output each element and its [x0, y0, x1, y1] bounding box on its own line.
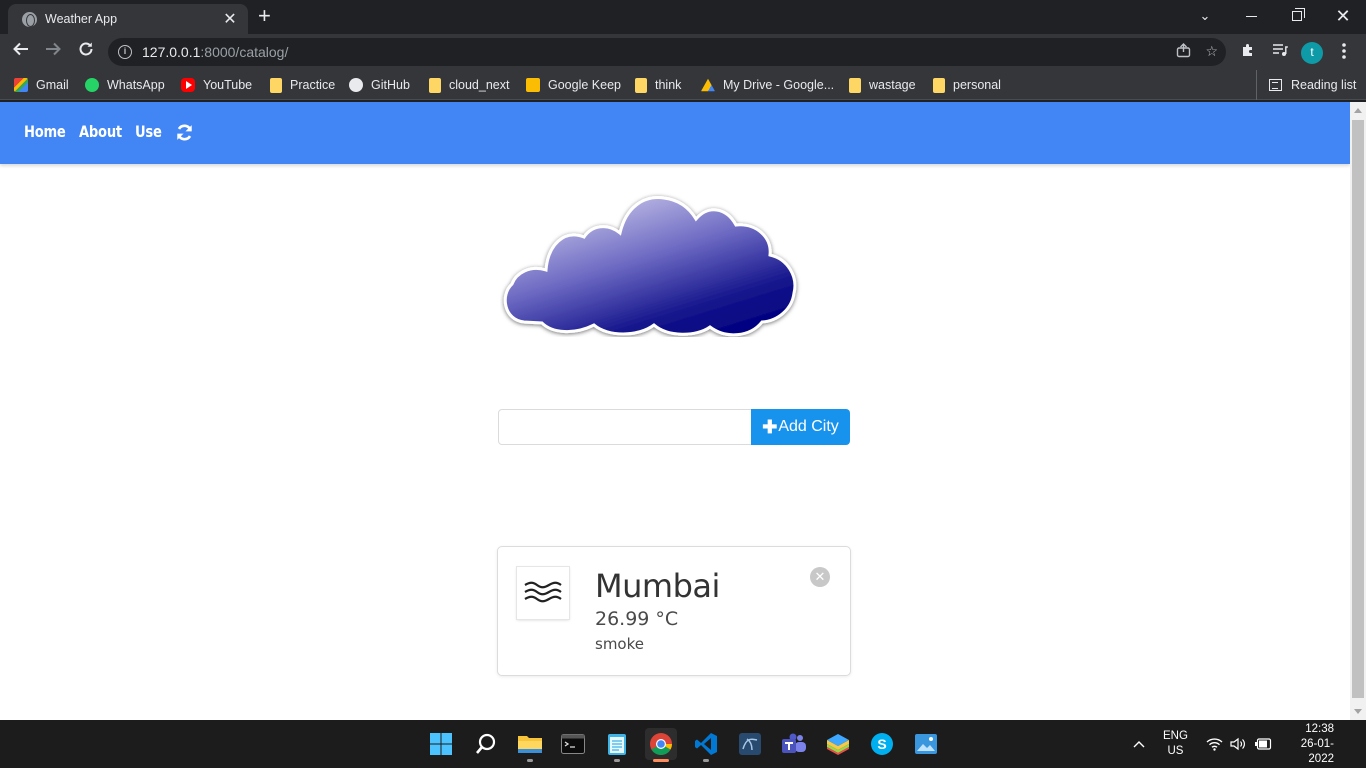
city-search-input[interactable]	[498, 409, 752, 445]
bookmark-gmail[interactable]: Gmail	[14, 76, 69, 94]
city-name: Mumbai	[595, 567, 720, 605]
refresh-icon[interactable]	[175, 123, 194, 142]
bookmarks-bar: Gmail WhatsApp YouTube Practice GitHub c…	[0, 70, 1366, 100]
share-icon[interactable]	[1176, 43, 1191, 61]
profile-avatar[interactable]: t	[1301, 42, 1323, 64]
scroll-up-icon[interactable]	[1354, 108, 1362, 113]
folder-icon	[429, 77, 441, 93]
haze-icon	[517, 567, 569, 619]
delete-city-icon[interactable]: ✕	[810, 567, 830, 587]
bookmark-star-icon[interactable]: ☆	[1205, 43, 1218, 61]
reload-icon[interactable]	[74, 40, 98, 64]
tab-search-icon[interactable]: ⌄	[1182, 0, 1228, 32]
site-navbar: Home About Use	[0, 102, 1350, 164]
forward-icon[interactable]	[41, 40, 65, 64]
address-bar[interactable]: i 127.0.0.1:8000/catalog/ ☆	[108, 38, 1226, 66]
browser-toolbar: i 127.0.0.1:8000/catalog/ ☆ t	[0, 34, 1366, 70]
taskbar-search-icon[interactable]	[470, 728, 502, 760]
bookmark-github[interactable]: GitHub	[349, 76, 410, 94]
folder-icon	[933, 77, 945, 93]
scroll-down-icon[interactable]	[1354, 709, 1362, 714]
chrome-icon[interactable]	[645, 728, 677, 762]
folder-icon	[270, 77, 282, 93]
url-path: :8000/catalog/	[200, 44, 289, 60]
bookmark-personal[interactable]: personal	[933, 76, 1001, 94]
bookmark-cloud-next[interactable]: cloud_next	[429, 76, 509, 94]
terminal-icon[interactable]	[557, 728, 589, 760]
bookmark-think[interactable]: think	[635, 76, 681, 94]
drive-icon	[701, 78, 715, 92]
gmail-icon	[14, 78, 28, 92]
bookmark-wastage[interactable]: wastage	[849, 76, 916, 94]
github-icon	[349, 78, 363, 92]
back-icon[interactable]	[9, 40, 33, 64]
tab-strip: Weather App ✕ + ⌄ ✕	[0, 0, 1366, 34]
cloud-logo	[503, 196, 797, 337]
bookmark-my-drive[interactable]: My Drive - Google...	[701, 76, 834, 94]
bookmark-youtube[interactable]: YouTube	[181, 76, 252, 94]
bookmark-whatsapp[interactable]: WhatsApp	[85, 76, 165, 94]
page-viewport: Home About Use ✚ Add City Mumbai 26.99 °…	[0, 102, 1350, 720]
globe-icon	[22, 11, 37, 27]
whatsapp-icon	[85, 78, 99, 92]
bluestacks-icon[interactable]	[822, 728, 854, 760]
add-city-button[interactable]: ✚ Add City	[751, 409, 850, 445]
plus-icon: ✚	[762, 417, 778, 437]
skype-icon[interactable]: S	[866, 728, 898, 760]
windows-taskbar: S ENG US 12:38 26-01-2022	[0, 720, 1366, 768]
nav-about-link[interactable]: About	[79, 122, 122, 141]
language-indicator[interactable]: ENG US	[1163, 720, 1188, 768]
scrollbar-thumb[interactable]	[1352, 120, 1364, 698]
bookmark-google-keep[interactable]: Google Keep	[526, 76, 621, 94]
nav-use-link[interactable]: Use	[135, 122, 162, 141]
notepad-icon[interactable]	[601, 728, 633, 762]
menu-kebab-icon[interactable]	[1336, 42, 1352, 62]
weather-card: Mumbai 26.99 °C smoke ✕	[497, 546, 851, 676]
nav-home-link[interactable]: Home	[24, 122, 66, 141]
new-tab-button[interactable]: +	[258, 5, 271, 27]
folder-icon	[635, 77, 647, 93]
keep-icon	[526, 78, 540, 92]
svg-text:S: S	[877, 736, 886, 752]
battery-icon[interactable]	[1255, 720, 1273, 768]
volume-icon[interactable]	[1230, 720, 1246, 768]
file-explorer-icon[interactable]	[514, 728, 546, 762]
page-scrollbar[interactable]	[1350, 102, 1366, 720]
clock-time: 12:38	[1305, 722, 1334, 735]
extensions-icon[interactable]	[1238, 42, 1258, 62]
restore-button[interactable]	[1274, 0, 1320, 32]
reading-list-button[interactable]: Reading list	[1256, 70, 1356, 100]
clock-date: 26-01-2022	[1300, 737, 1334, 765]
show-hidden-icons[interactable]	[1132, 720, 1146, 768]
vscode-icon[interactable]	[690, 728, 722, 762]
weather-description: smoke	[595, 635, 644, 653]
minimize-button[interactable]	[1228, 0, 1274, 32]
wifi-icon[interactable]	[1206, 720, 1223, 768]
reading-list-icon	[1269, 79, 1282, 91]
temperature: 26.99 °C	[595, 608, 679, 630]
start-icon[interactable]	[425, 728, 457, 760]
close-window-button[interactable]: ✕	[1320, 0, 1366, 32]
media-control-icon[interactable]	[1270, 42, 1290, 62]
url-host: 127.0.0.1	[142, 44, 201, 60]
browser-tab[interactable]: Weather App ✕	[8, 4, 248, 34]
site-info-icon[interactable]: i	[118, 45, 132, 59]
youtube-icon	[181, 78, 195, 92]
mysql-workbench-icon[interactable]	[734, 728, 766, 760]
close-tab-icon[interactable]: ✕	[222, 9, 238, 29]
tab-title: Weather App	[45, 12, 118, 26]
teams-icon[interactable]	[778, 728, 810, 760]
clock[interactable]: 12:38 26-01-2022	[1284, 720, 1334, 768]
bookmark-practice[interactable]: Practice	[270, 76, 335, 94]
folder-icon	[849, 77, 861, 93]
photos-icon[interactable]	[910, 728, 942, 760]
